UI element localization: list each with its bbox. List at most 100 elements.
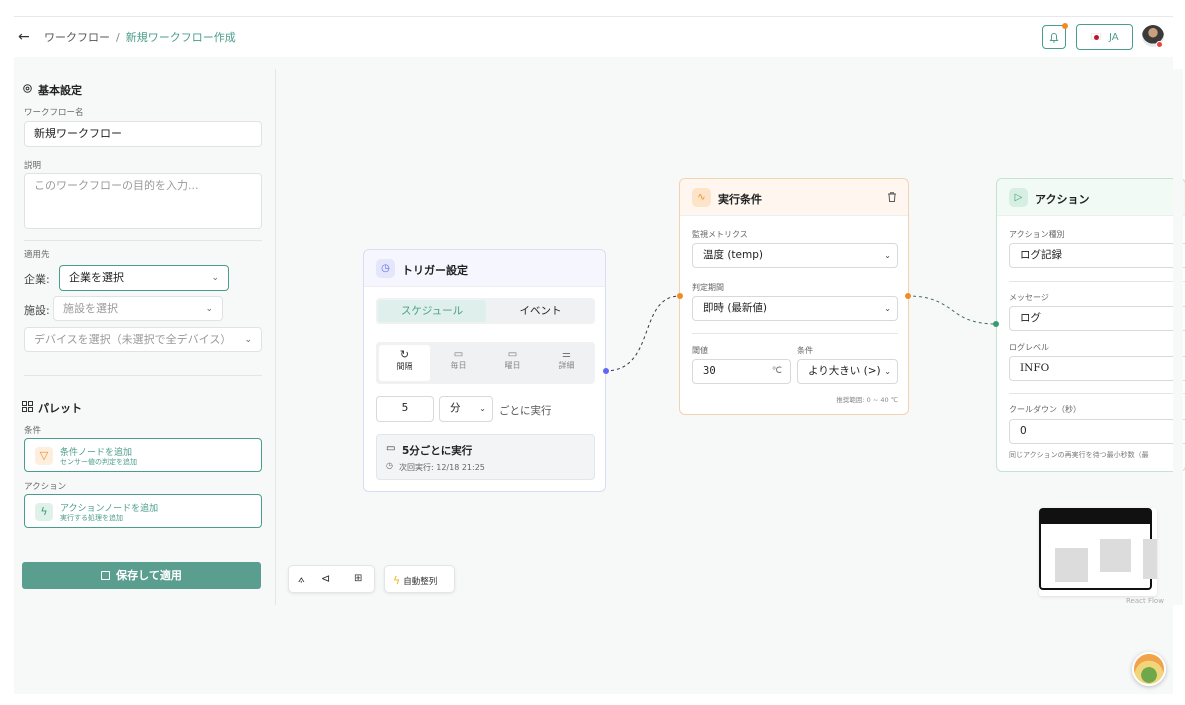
action-input-handle[interactable] [993, 321, 999, 327]
threshold-label: 閾値 [692, 346, 708, 355]
mode-daily[interactable]: ▭ 毎日 [433, 345, 484, 381]
action-type-select[interactable]: ログ記録 [1009, 243, 1185, 268]
sidebar: 基本設定 ワークフロー名 新規ワークフロー 説明 このワークフローの目的を入力.… [14, 69, 276, 605]
language-label: JA [1109, 32, 1119, 43]
schedule-summary-text: 5分ごとに実行 [402, 445, 473, 457]
calendar-icon: ▭ [507, 349, 518, 360]
mode-interval-label: 間隔 [396, 362, 413, 371]
condition-label: 条件 [24, 426, 42, 436]
edge-condition-to-action [906, 295, 997, 325]
description-textarea[interactable]: このワークフローの目的を入力... [24, 173, 262, 229]
device-select-value: デバイスを選択（未選択で全デバイス） [34, 333, 232, 346]
period-select[interactable]: 即時 (最新値) ⌄ [692, 296, 898, 321]
condition-node-title: 実行条件 [718, 193, 762, 206]
threshold-input[interactable]: 30 ℃ [692, 359, 791, 384]
trigger-tabs: スケジュール イベント [376, 298, 595, 324]
grid-icon [22, 401, 33, 412]
schedule-summary: ▭ 5分ごとに実行 ◷ 次回実行: 12/18 21:25 [376, 434, 595, 480]
facility-select-value: 施設を選択 [63, 302, 118, 315]
add-action-node-button[interactable]: ϟ アクションノードを追加 実行する処理を追加 [24, 494, 262, 528]
trigger-output-handle[interactable] [603, 368, 609, 374]
log-level-label: ログレベル [1009, 343, 1049, 352]
calendar-icon: ▭ [453, 349, 464, 360]
flow-canvas[interactable]: ◷ トリガー設定 スケジュール イベント ↻ 間隔 ▭ 毎日 ▭ 曜日 ⚌ 詳細… [277, 69, 1185, 605]
edge-trigger-to-condition [604, 295, 681, 372]
operator-select-value: より大きい (>) [808, 365, 881, 377]
notification-button[interactable] [1042, 25, 1066, 49]
divider [692, 333, 898, 334]
bell-icon [1049, 33, 1059, 43]
workflow-name-input[interactable]: 新規ワークフロー [24, 121, 262, 147]
canvas-right-clip [1173, 69, 1183, 605]
unit-select-value: 分 [450, 402, 461, 414]
mode-weekday[interactable]: ▭ 曜日 [487, 345, 538, 381]
condition-output-handle[interactable] [905, 293, 911, 299]
breadcrumb-root-link[interactable]: ワークフロー [44, 31, 110, 44]
avatar-status-dot [1156, 41, 1163, 48]
chevron-down-icon: ⌄ [884, 304, 891, 313]
condition-node-header: ∿ 実行条件 [680, 179, 908, 216]
react-flow-attribution[interactable]: React Flow [1126, 597, 1164, 605]
trash-icon[interactable] [886, 191, 898, 203]
log-level-select[interactable]: INFO [1009, 356, 1185, 381]
unit-select[interactable]: 分 ⌄ [439, 396, 493, 422]
notification-dot [1062, 23, 1068, 29]
company-select-value: 企業を選択 [69, 271, 124, 284]
refresh-icon: ↻ [399, 348, 410, 361]
divider [24, 375, 262, 376]
chevron-down-icon: ⌄ [884, 367, 891, 376]
mode-advanced-label: 詳細 [558, 361, 575, 370]
chevron-down-icon: ⌄ [205, 304, 213, 314]
divider [1009, 393, 1185, 394]
mode-weekday-label: 曜日 [504, 361, 521, 370]
operator-select[interactable]: より大きい (>) ⌄ [797, 359, 898, 384]
grid-icon[interactable]: ⊞ [354, 573, 362, 584]
add-condition-subtitle: センサー値の判定を追加 [60, 458, 137, 466]
cooldown-hint: 同じアクションの再実行を待つ最小秒数（最 [1009, 451, 1149, 459]
pan-tool-icon[interactable]: ⊲ [321, 572, 330, 585]
threshold-unit: ℃ [771, 366, 782, 376]
company-label: 企業: [24, 273, 50, 286]
action-node[interactable]: ▷ アクション アクション種別 ログ記録 メッセージ ログ ログレベル INFO… [996, 178, 1185, 472]
minimap[interactable] [1039, 508, 1157, 596]
palette-title: パレット [38, 402, 82, 415]
tab-schedule[interactable]: スケジュール [378, 300, 486, 322]
cooldown-input[interactable]: 0 [1009, 419, 1185, 444]
basic-settings-title: 基本設定 [38, 84, 82, 97]
language-switcher[interactable]: JA [1076, 24, 1133, 50]
condition-node[interactable]: ∿ 実行条件 監視メトリクス 温度 (temp) ⌄ 判定期間 即時 (最新値)… [679, 178, 909, 415]
interval-input[interactable]: 5 [376, 396, 434, 422]
breadcrumb-separator: / [116, 31, 120, 44]
schedule-mode-selector: ↻ 間隔 ▭ 毎日 ▭ 曜日 ⚌ 詳細 [376, 342, 595, 384]
divider [1009, 281, 1185, 282]
tab-event[interactable]: イベント [488, 300, 593, 322]
operator-label: 条件 [797, 346, 813, 355]
condition-input-handle[interactable] [677, 293, 683, 299]
facility-select[interactable]: 施設を選択 ⌄ [53, 296, 223, 321]
filter-icon: ▽ [35, 447, 53, 465]
chevron-down-icon: ⌄ [479, 404, 486, 413]
pointer-tool-icon[interactable]: ⟑ [298, 572, 305, 586]
add-condition-node-button[interactable]: ▽ 条件ノードを追加 センサー値の判定を追加 [24, 438, 262, 472]
period-label: 判定期間 [692, 283, 724, 292]
mode-interval[interactable]: ↻ 間隔 [379, 345, 430, 381]
chevron-down-icon: ⌄ [244, 335, 252, 345]
calendar-icon: ▭ [386, 443, 396, 454]
bolt-icon: ϟ [35, 503, 53, 521]
device-select[interactable]: デバイスを選択（未選択で全デバイス） ⌄ [24, 327, 262, 352]
auto-arrange-button[interactable]: ϟ 自動整列 [384, 565, 455, 593]
sliders-icon: ⚌ [562, 349, 571, 360]
interval-suffix: ごとに実行 [499, 405, 552, 417]
mode-daily-label: 毎日 [450, 361, 467, 370]
breadcrumb: ワークフロー / 新規ワークフロー作成 [44, 29, 236, 45]
message-input[interactable]: ログ [1009, 306, 1185, 331]
back-arrow-icon[interactable]: ← [18, 29, 30, 45]
save-button-label: 保存して適用 [116, 569, 182, 582]
breadcrumb-current: 新規ワークフロー作成 [125, 31, 236, 44]
floating-assistant-avatar[interactable] [1132, 652, 1166, 686]
metric-select[interactable]: 温度 (temp) ⌄ [692, 243, 898, 268]
trigger-node[interactable]: ◷ トリガー設定 スケジュール イベント ↻ 間隔 ▭ 毎日 ▭ 曜日 ⚌ 詳細… [363, 249, 606, 492]
mode-advanced[interactable]: ⚌ 詳細 [541, 345, 592, 381]
save-and-apply-button[interactable]: 保存して適用 [22, 562, 261, 589]
company-select[interactable]: 企業を選択 ⌄ [59, 265, 229, 291]
